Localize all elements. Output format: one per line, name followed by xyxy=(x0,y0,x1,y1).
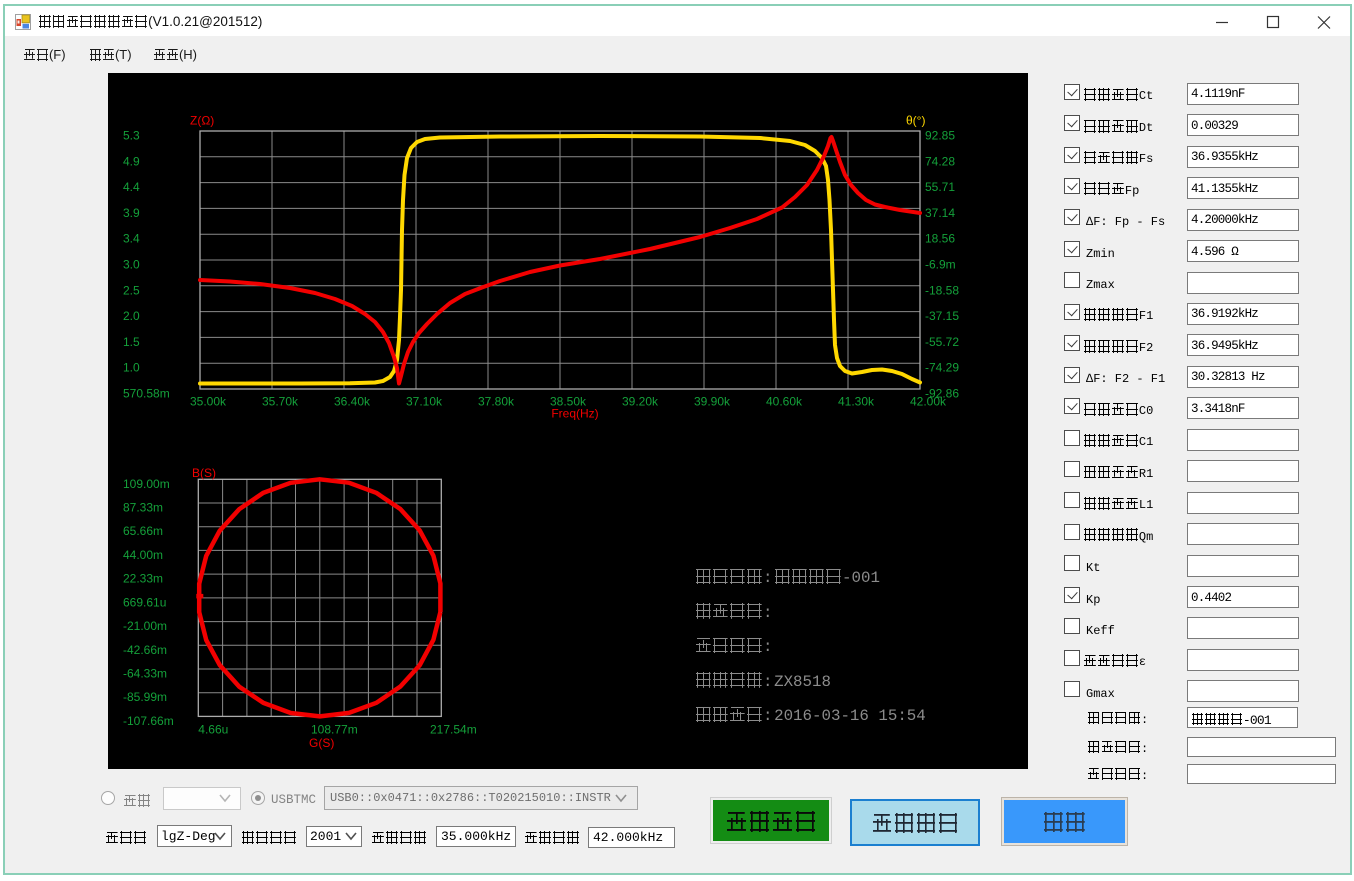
svg-text:4.4: 4.4 xyxy=(123,180,140,194)
svg-text:-18.58: -18.58 xyxy=(925,283,959,297)
svg-text:39.20k: 39.20k xyxy=(622,395,659,409)
svg-text:3.4: 3.4 xyxy=(123,232,140,246)
svg-text:37.10k: 37.10k xyxy=(406,395,443,409)
svg-text:-37.15: -37.15 xyxy=(925,309,959,323)
svg-text:3.9: 3.9 xyxy=(123,206,140,220)
svg-text:-42.66m: -42.66m xyxy=(123,643,167,657)
svg-text:-64.33m: -64.33m xyxy=(123,667,167,681)
svg-text:G(S): G(S) xyxy=(309,736,334,750)
svg-text:74.28: 74.28 xyxy=(925,154,955,168)
svg-text:4.9: 4.9 xyxy=(123,154,140,168)
svg-text:Freq(Hz): Freq(Hz) xyxy=(551,407,598,421)
svg-text:217.54m: 217.54m xyxy=(430,722,477,736)
svg-text:37.80k: 37.80k xyxy=(478,395,515,409)
svg-text:669.61u: 669.61u xyxy=(123,595,166,609)
svg-text:22.33m: 22.33m xyxy=(123,572,163,586)
svg-text:35.70k: 35.70k xyxy=(262,395,299,409)
svg-text:-107.66m: -107.66m xyxy=(123,714,174,728)
svg-text:4.66u: 4.66u xyxy=(198,722,228,736)
svg-text:θ(°): θ(°) xyxy=(906,114,925,128)
svg-text:40.60k: 40.60k xyxy=(766,395,803,409)
svg-text:109.00m: 109.00m xyxy=(123,477,170,491)
svg-text:-21.00m: -21.00m xyxy=(123,619,167,633)
svg-text:-74.29: -74.29 xyxy=(925,361,959,375)
svg-text:41.30k: 41.30k xyxy=(838,395,875,409)
svg-text:39.90k: 39.90k xyxy=(694,395,731,409)
svg-text:-55.72: -55.72 xyxy=(925,335,959,349)
svg-text:92.85: 92.85 xyxy=(925,129,955,143)
svg-text:55.71: 55.71 xyxy=(925,180,955,194)
svg-text:B(S): B(S) xyxy=(192,466,216,480)
svg-text:108.77m: 108.77m xyxy=(311,722,358,736)
svg-text:1.0: 1.0 xyxy=(123,361,140,375)
svg-text:2.0: 2.0 xyxy=(123,309,140,323)
svg-text:18.56: 18.56 xyxy=(925,232,955,246)
svg-text:36.40k: 36.40k xyxy=(334,395,371,409)
svg-text:42.00k: 42.00k xyxy=(910,395,947,409)
svg-text:35.00k: 35.00k xyxy=(190,395,227,409)
svg-text:-6.9m: -6.9m xyxy=(925,258,956,272)
svg-text:44.00m: 44.00m xyxy=(123,548,163,562)
svg-text:65.66m: 65.66m xyxy=(123,524,163,538)
svg-text:3.0: 3.0 xyxy=(123,258,140,272)
svg-text:Z(Ω): Z(Ω) xyxy=(190,114,214,128)
svg-text:-85.99m: -85.99m xyxy=(123,690,167,704)
svg-text:37.14: 37.14 xyxy=(925,206,955,220)
svg-text:87.33m: 87.33m xyxy=(123,501,163,515)
svg-text:2.5: 2.5 xyxy=(123,283,140,297)
svg-text:5.3: 5.3 xyxy=(123,129,140,143)
svg-text:570.58m: 570.58m xyxy=(123,387,170,401)
svg-text:1.5: 1.5 xyxy=(123,335,140,349)
